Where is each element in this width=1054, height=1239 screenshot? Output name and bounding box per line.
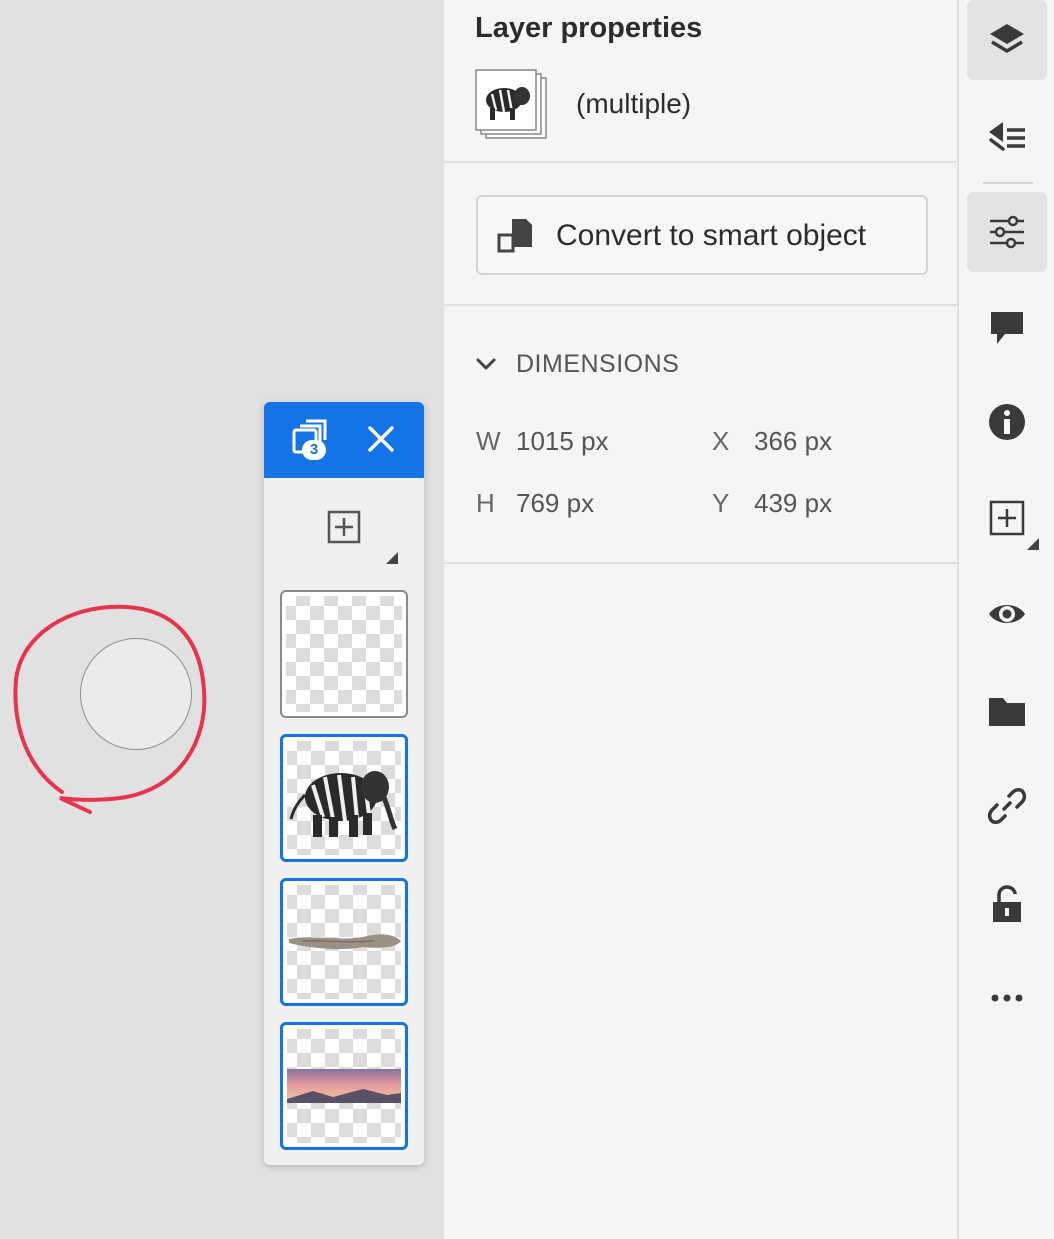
layer-stack-button[interactable] [967,96,1047,176]
unlock-icon [993,885,1021,922]
properties-icon [990,215,1024,249]
add-menu-indicator [1027,538,1039,550]
width-value[interactable]: 1015 px [516,426,609,457]
driftwood-image [289,934,401,950]
y-value[interactable]: 439 px [754,488,832,519]
comment-icon [991,312,1023,344]
touch-indicator [80,638,192,750]
toolbar-divider [983,182,1033,184]
add-icon [989,500,1025,536]
layers-icon [990,24,1024,53]
selected-count-badge: 3 [302,440,326,460]
close-icon[interactable] [364,422,398,456]
layer-thumbnail-zebra-elephant[interactable] [280,734,408,862]
x-key: X [712,426,730,456]
layers-strip: 3 [264,402,424,1165]
folder-icon [989,698,1025,726]
layer-thumbnail-empty[interactable] [280,590,408,718]
link-button[interactable] [967,766,1047,846]
height-value[interactable]: 769 px [516,488,594,519]
height-key: H [476,488,495,518]
canvas-area[interactable]: 3 [0,0,444,1239]
zebra-elephant-image [289,771,398,837]
selection-label: (multiple) [576,88,692,119]
dimensions-section-label: DIMENSIONS [516,350,680,378]
add-layer-menu-indicator [386,552,398,564]
right-toolbar [957,0,1054,1239]
convert-button-label: Convert to smart object [556,219,867,252]
more-icon [991,994,1023,1002]
divider [444,562,957,564]
layer-thumbnail-sky[interactable] [280,1022,408,1150]
y-key: Y [712,488,730,518]
convert-to-smart-object-button[interactable]: Convert to smart object [476,195,928,275]
properties-button[interactable] [967,192,1047,272]
panel-title: Layer properties [475,12,703,44]
chevron-down-icon [476,358,496,370]
sunset-sky-image [287,1069,401,1103]
lock-button[interactable] [967,864,1047,944]
info-button[interactable] [967,382,1047,462]
add-layer-icon[interactable] [326,509,362,545]
dimensions-section-toggle[interactable]: DIMENSIONS [474,348,694,382]
width-key: W [476,426,501,456]
multiple-layers-thumbnail [475,69,547,139]
layers-strip-header: 3 [264,402,424,478]
layers-button[interactable] [967,0,1047,80]
more-button[interactable] [967,958,1047,1038]
info-icon [989,404,1025,440]
visibility-button[interactable] [967,574,1047,654]
layer-properties-panel: Layer properties (multiple) Convert to s… [444,0,957,1239]
layer-thumbnail-driftwood[interactable] [280,878,408,1006]
group-button[interactable] [967,672,1047,752]
layer-stack-icon [989,122,1025,151]
divider [444,161,957,163]
link-icon [987,788,1027,824]
smart-object-icon [497,219,532,253]
comments-button[interactable] [967,288,1047,368]
divider [444,304,957,306]
visibility-icon [989,605,1025,623]
x-value[interactable]: 366 px [754,426,832,457]
